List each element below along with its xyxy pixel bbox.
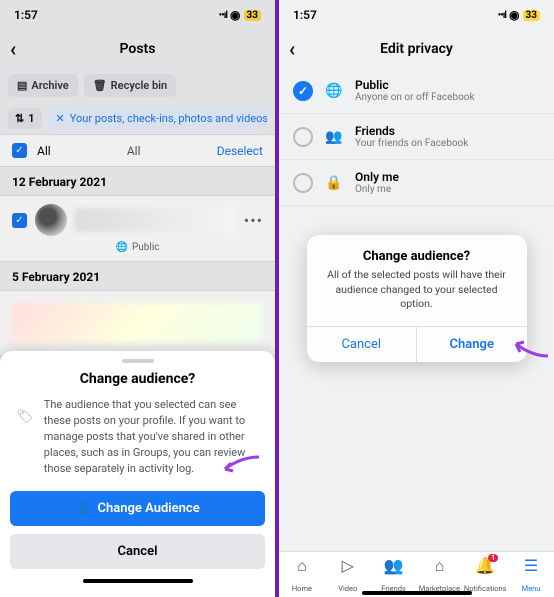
tab-video[interactable]: ▷ Video [325,556,371,595]
filter-count-button[interactable]: ⇅ 1 [8,108,42,129]
recycle-button[interactable]: 🗑 Recycle bin [84,74,176,97]
deselect-button[interactable]: Deselect [217,144,263,158]
alert-title: Change audience? [307,235,527,268]
sheet-grabber[interactable] [122,359,154,363]
post-item[interactable]: ✓ ••• 🌐 Public [0,195,275,262]
date-header: 12 February 2021 [0,167,275,195]
video-icon: ▷ [325,556,371,576]
tab-label: Video [338,584,357,593]
tab-label: Home [292,584,312,593]
filter-chip[interactable]: ✕ Your posts, check-ins, photos and vide… [48,107,267,130]
archive-button[interactable]: ▤ Archive [8,74,78,97]
alert-message: All of the selected posts will have thei… [307,268,527,326]
header: ‹ Posts [0,30,275,68]
select-row: ✓ All All Deselect [0,134,275,167]
tab-label: Menu [522,584,541,593]
post-audience: 🌐 Public [0,236,275,253]
status-time: 1:57 [14,8,38,22]
tab-menu[interactable]: ☰ Menu [508,556,554,595]
sheet-title: Change audience? [10,371,265,387]
friends-icon: 👥 [371,556,417,576]
person-icon: 👤 [75,501,91,516]
menu-icon: ☰ [508,556,554,576]
date-header: 5 February 2021 [0,262,275,290]
home-indicator[interactable] [83,579,193,583]
tab-home[interactable]: ⌂ Home [279,556,325,595]
archive-icon: ▤ [17,79,27,92]
filter-row: ⇅ 1 ✕ Your posts, check-ins, photos and … [0,103,275,134]
cancel-button[interactable]: Cancel [10,534,265,569]
filter-icon: ⇅ [15,112,24,125]
phone-privacy-screen: 1:57 ••ıl ◉ 33 ‹ Edit privacy 🌐PublicAny… [277,0,554,597]
archive-label: Archive [31,79,68,92]
post-content-redacted [12,303,263,343]
alert-overlay: Change audience? All of the selected pos… [279,0,554,597]
home-icon: ⌂ [279,556,325,576]
wifi-icon: ◉ [230,8,240,22]
tab-notifications[interactable]: 🔔1Notifications [462,556,508,595]
sheet-body-text: The audience that you selected can see t… [44,397,259,477]
post-checkbox[interactable]: ✓ [12,213,27,228]
alert-confirm-button[interactable]: Change [417,327,527,362]
confirm-dialog: Change audience? All of the selected pos… [307,235,527,362]
trash-icon: 🗑 [93,79,107,92]
globe-icon: 🌐 [116,242,128,253]
filter-chip-label: Your posts, check-ins, photos and videos [70,112,267,125]
close-icon[interactable]: ✕ [56,112,65,125]
bell-icon: 🔔1 [462,556,508,576]
avatar [35,204,67,236]
filter-count: 1 [28,112,34,125]
page-title: Posts [0,41,275,57]
recycle-label: Recycle bin [111,79,167,92]
select-all-checkbox[interactable]: ✓ [12,143,27,158]
phone-posts-screen: 1:57 ••ıl ◉ 33 ‹ Posts ▤ Archive 🗑 Recyc… [0,0,277,597]
select-all-label: All [37,144,51,158]
change-audience-button[interactable]: 👤 Change Audience [10,491,265,526]
home-indicator[interactable] [362,591,472,595]
change-audience-label: Change Audience [97,501,199,516]
more-icon[interactable]: ••• [244,211,263,230]
signal-icon: ••ıl [219,10,227,21]
tab-friends[interactable]: 👥Friends [371,556,417,595]
notification-badge: 1 [488,554,498,562]
battery-indicator: 33 [244,10,261,21]
market-icon: ⌂ [416,556,462,576]
post-item[interactable] [0,290,275,356]
tag-icon: 🏷 [16,409,34,425]
toolbar: ▤ Archive 🗑 Recycle bin [0,68,275,103]
status-bar: 1:57 ••ıl ◉ 33 [0,0,275,30]
select-mid-label: All [51,144,217,158]
post-content-redacted [75,208,236,232]
tab-marketplace[interactable]: ⌂Marketplace [416,556,462,595]
bottom-sheet: Change audience? 🏷 The audience that you… [0,351,275,597]
alert-cancel-button[interactable]: Cancel [307,327,418,362]
post-audience-label: Public [132,242,160,253]
